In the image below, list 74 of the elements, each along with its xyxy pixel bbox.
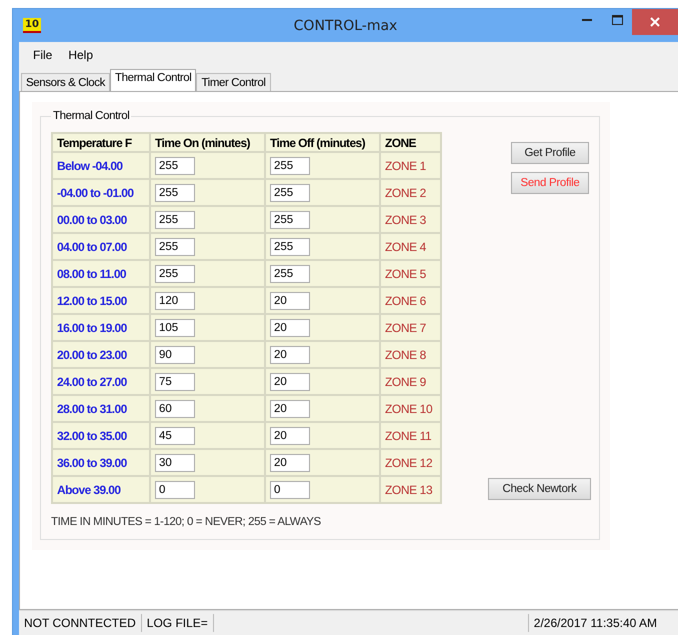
time-field[interactable]: 20 [270,346,310,364]
column-header: ZONE [380,133,441,152]
temperature-range: 32.00 to 35.00 [52,422,150,449]
temperature-range: 00.00 to 03.00 [52,206,150,233]
temperature-range: 28.00 to 31.00 [52,395,150,422]
menu-item[interactable]: Help [60,46,102,64]
time-field[interactable]: 255 [155,264,195,282]
time-field[interactable]: 20 [270,400,310,418]
column-header: Time Off (minutes) [265,133,380,152]
log-file-status: LOG FILE= [142,614,214,632]
time-field[interactable]: 255 [155,156,195,174]
time-field[interactable]: 255 [155,238,195,256]
connection-status: NOT CONNTECTED [19,614,142,632]
temperature-range: Below -04.00 [52,152,150,179]
time-field[interactable]: 255 [270,184,310,202]
time-field[interactable]: 20 [270,318,310,336]
menu-item[interactable]: File [25,46,60,64]
zone-label: ZONE 10 [380,395,441,422]
temperature-range: 04.00 to 07.00 [52,233,150,260]
zone-label: ZONE 7 [380,314,441,341]
zone-label: ZONE 8 [380,341,441,368]
window-title: CONTROL-max [294,18,398,34]
group-title: Thermal Control [52,110,130,122]
zone-label: ZONE 3 [380,206,441,233]
time-field[interactable]: 255 [155,210,195,228]
zone-label: ZONE 5 [380,260,441,287]
zone-label: ZONE 1 [380,152,441,179]
time-field[interactable]: 120 [155,292,195,310]
app-badge: 10 [23,18,41,33]
close-icon [650,17,660,27]
time-field[interactable]: 255 [270,156,310,174]
close-button[interactable] [632,9,678,35]
column-header: Time On (minutes) [150,133,265,152]
temperature-range: 12.00 to 15.00 [52,287,150,314]
temperature-range: 20.00 to 23.00 [52,341,150,368]
time-field[interactable]: 0 [155,480,195,498]
time-field[interactable]: 75 [155,372,195,390]
temperature-range: 36.00 to 39.00 [52,449,150,476]
time-field[interactable]: 60 [155,400,195,418]
temperature-range: Above 39.00 [52,476,150,503]
time-field[interactable]: 255 [155,184,195,202]
check-network-button[interactable]: Check Newtork [488,478,591,500]
time-field[interactable]: 255 [270,264,310,282]
maximize-icon [612,15,622,25]
zone-label: ZONE 4 [380,233,441,260]
time-field[interactable]: 20 [270,372,310,390]
time-field[interactable]: 255 [270,238,310,256]
date-time: 2/26/2017 11:35:40 AM [528,614,662,632]
time-field[interactable]: 0 [270,480,310,498]
time-field[interactable]: 20 [270,454,310,472]
time-field[interactable]: 20 [270,292,310,310]
time-field[interactable]: 45 [155,426,195,444]
column-header: Temperature F [52,133,150,152]
zone-label: ZONE 6 [380,287,441,314]
temperature-range: 24.00 to 27.00 [52,368,150,395]
temperature-range: 16.00 to 19.00 [52,314,150,341]
minimize-icon [582,19,592,21]
tab[interactable]: Timer Control [196,73,270,91]
legend-note: TIME IN MINUTES = 1-120; 0 = NEVER; 255 = ALWAYS [51,516,322,528]
tab[interactable]: Sensors & Clock [21,73,110,91]
zone-label: ZONE 2 [380,179,441,206]
zone-label: ZONE 11 [380,422,441,449]
zone-label: ZONE 12 [380,449,441,476]
temperature-range: 08.00 to 11.00 [52,260,150,287]
zone-label: ZONE 9 [380,368,441,395]
time-field[interactable]: 30 [155,454,195,472]
time-field[interactable]: 255 [270,210,310,228]
tab[interactable]: Thermal Control [110,69,196,91]
zone-label: ZONE 13 [380,476,441,503]
time-field[interactable]: 20 [270,426,310,444]
profile-button[interactable]: Get Profile [511,142,589,164]
time-field[interactable]: 105 [155,318,195,336]
time-field[interactable]: 90 [155,346,195,364]
temperature-range: -04.00 to -01.00 [52,179,150,206]
